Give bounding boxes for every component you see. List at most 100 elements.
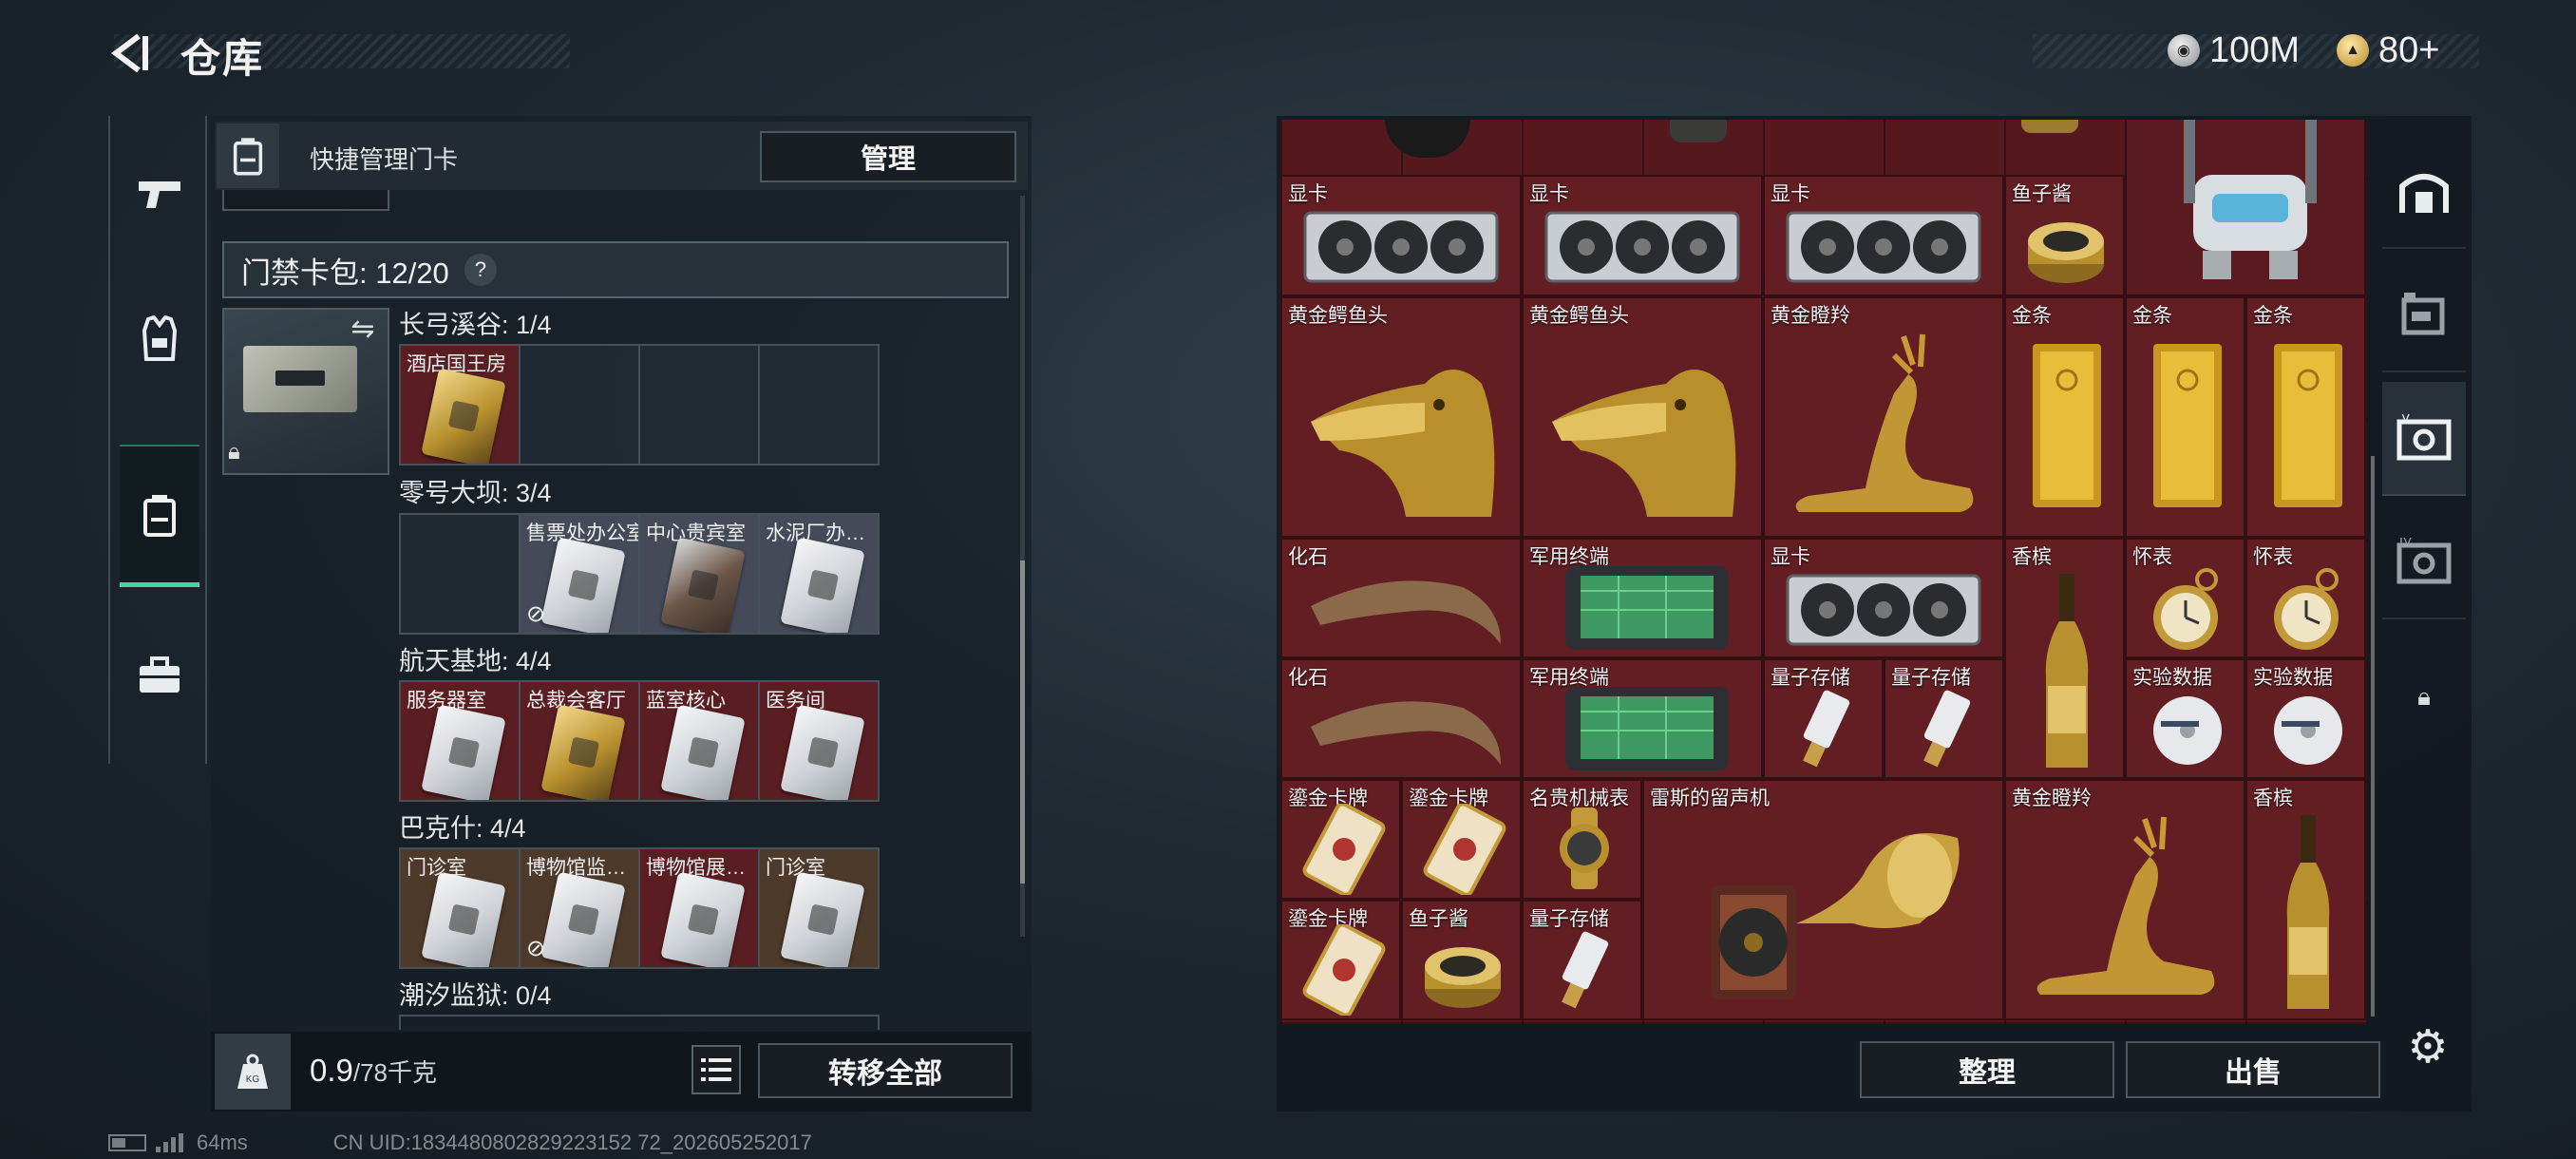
- gold-bar-icon: [2274, 344, 2342, 507]
- stash-page-3[interactable]: V: [2382, 382, 2466, 496]
- keycard-image: [421, 704, 506, 800]
- item-name: 化石: [1288, 546, 1328, 568]
- stash-item[interactable]: 量子存储: [1884, 658, 2004, 779]
- stash-item[interactable]: 鎏金卡牌: [1401, 779, 1522, 900]
- help-icon[interactable]: ?: [464, 254, 497, 286]
- keycard-slot[interactable]: 酒店国王房: [399, 344, 521, 466]
- stash-item[interactable]: 显卡: [1763, 538, 2004, 658]
- back-arrow-icon: [111, 33, 148, 73]
- gold-croc-head-icon: [1311, 370, 1495, 517]
- signal-icon: [156, 1133, 183, 1152]
- settings-button[interactable]: ⚙: [2401, 1020, 2454, 1074]
- stash-item[interactable]: 鱼子酱: [2004, 175, 2125, 296]
- nav-keycards[interactable]: [120, 445, 199, 587]
- silver-currency-value: 100M: [2209, 29, 2301, 70]
- stash-scrollbar[interactable]: [2371, 456, 2375, 1016]
- list-view-button[interactable]: [691, 1045, 741, 1094]
- stash-3-icon: V: [2396, 414, 2452, 461]
- keycard-slot[interactable]: 中心贵宾室: [638, 513, 760, 635]
- stash-item[interactable]: 显卡: [1522, 175, 1763, 296]
- keycard-slot[interactable]: 博物馆监… ⊘: [519, 847, 640, 969]
- stash-item[interactable]: 怀表: [2245, 538, 2366, 658]
- stash-item[interactable]: 黄金鳄鱼头: [1280, 296, 1522, 538]
- stash-item[interactable]: 军用终端: [1522, 658, 1763, 779]
- region-title-longbow-valley: 长弓溪谷: 1/4: [399, 311, 552, 339]
- weight-icon: KG: [237, 1054, 268, 1089]
- nav-weapons[interactable]: [120, 122, 199, 264]
- stash-item[interactable]: 显卡: [1763, 175, 2004, 296]
- stash-item[interactable]: 实验数据: [2245, 658, 2366, 779]
- stash-item[interactable]: 实验数据: [2125, 658, 2245, 779]
- stash-item[interactable]: 金条: [2245, 296, 2366, 538]
- champagne-icon: [2286, 815, 2330, 1009]
- stash-page-locked[interactable]: 🔒︎: [2382, 650, 2466, 745]
- stash-page-1[interactable]: [2382, 135, 2466, 249]
- keycard-slot-empty[interactable]: [638, 344, 760, 466]
- keycard-row-partial: [399, 1015, 880, 1030]
- stash-4-icon: IV: [2396, 538, 2452, 584]
- stash-item[interactable]: 香槟: [2245, 779, 2366, 1020]
- keycard-slot[interactable]: 蓝室核心: [638, 680, 760, 802]
- keycard-slot[interactable]: 门诊室: [399, 847, 521, 969]
- sort-button[interactable]: 整理: [1860, 1041, 2114, 1098]
- stash-item[interactable]: 化石: [1280, 538, 1522, 658]
- keycard-slot-empty[interactable]: [519, 344, 640, 466]
- stash-item[interactable]: 鎏金卡牌: [1280, 900, 1401, 1020]
- stash-item[interactable]: 量子存储: [1522, 900, 1642, 1020]
- stash-item[interactable]: 显卡: [1280, 175, 1522, 296]
- sell-button[interactable]: 出售: [2126, 1041, 2380, 1098]
- keycard-tab-sliver: [222, 190, 389, 211]
- keycard-image: [660, 704, 746, 800]
- champagne-icon: [2045, 574, 2089, 768]
- partial-item-image: [2021, 120, 2078, 133]
- gold-bar-icon: [2153, 344, 2222, 507]
- stash-page-2[interactable]: [2382, 258, 2466, 372]
- keycard-slot[interactable]: 服务器室: [399, 680, 521, 802]
- silver-currency[interactable]: ◉ 100M: [2168, 27, 2300, 74]
- stash-2-icon: [2401, 293, 2445, 335]
- stash-item[interactable]: 量子存储: [1763, 658, 1884, 779]
- stash-item[interactable]: 黄金鳄鱼头: [1522, 296, 1763, 538]
- stash-item[interactable]: 雷斯的留声机: [1642, 779, 2004, 1020]
- stash-item[interactable]: 名贵机械表: [1522, 779, 1642, 900]
- stash-item[interactable]: 怀表: [2125, 538, 2245, 658]
- keycard-slot[interactable]: 医务间: [758, 680, 880, 802]
- stash-item[interactable]: 鱼子酱: [1401, 900, 1522, 1020]
- caviar-tin-icon: [1425, 947, 1501, 1008]
- keycard-slot[interactable]: 水泥厂办…: [758, 513, 880, 635]
- keycard-slot-empty[interactable]: [399, 513, 521, 635]
- item-name: 黄金鳄鱼头: [1529, 305, 1629, 327]
- keycard-slot[interactable]: 售票处办公室 ⊘: [519, 513, 640, 635]
- transfer-all-button[interactable]: 转移全部: [758, 1043, 1013, 1098]
- gold-currency[interactable]: ▲ 80+: [2337, 27, 2439, 74]
- keycard-slot[interactable]: 总裁会客厅: [519, 680, 640, 802]
- gpu-icon: [1303, 211, 1499, 283]
- nav-cases[interactable]: [120, 604, 199, 747]
- stash-page-4[interactable]: IV: [2382, 505, 2466, 619]
- back-button[interactable]: [104, 28, 158, 78]
- stash-item[interactable]: 黄金瞪羚: [1763, 296, 2004, 538]
- stash-item[interactable]: 黄金瞪羚: [2004, 779, 2245, 1020]
- keycard-slot[interactable]: 门诊室: [758, 847, 880, 969]
- keycard-scrollbar-thumb[interactable]: [1020, 560, 1025, 884]
- fossil-claw-icon: [1311, 580, 1501, 644]
- nav-equipment[interactable]: [120, 268, 199, 410]
- gold-currency-value: 80+: [2378, 29, 2440, 70]
- keycard-slot-empty[interactable]: [758, 344, 880, 466]
- keycard-slot[interactable]: 博物馆展…: [638, 847, 760, 969]
- gpu-icon: [1786, 211, 1981, 283]
- stash-item[interactable]: 金条: [2125, 296, 2245, 538]
- manage-button[interactable]: 管理: [760, 131, 1016, 182]
- data-disc-icon: [2153, 696, 2222, 765]
- stash-item[interactable]: 金条: [2004, 296, 2125, 538]
- stash-item[interactable]: 鎏金卡牌: [1280, 779, 1401, 900]
- stash-item[interactable]: 化石: [1280, 658, 1522, 779]
- keycard-image: [540, 704, 626, 800]
- stash-item[interactable]: 香槟: [2004, 538, 2125, 779]
- swap-icon[interactable]: ⇋: [344, 314, 382, 345]
- usb-drive-icon: [1562, 931, 1609, 1009]
- item-name: 黄金瞪羚: [1771, 305, 1850, 327]
- stash-item[interactable]: 军用终端: [1522, 538, 1763, 658]
- military-terminal-icon: [1565, 566, 1729, 650]
- stash-item[interactable]: [2125, 120, 2366, 296]
